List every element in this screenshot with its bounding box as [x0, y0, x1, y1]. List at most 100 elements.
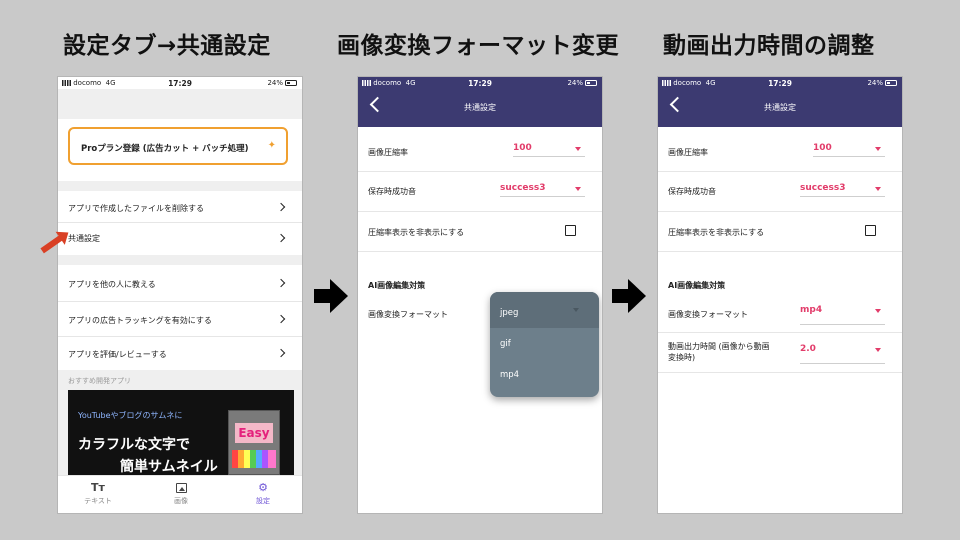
text-icon: Tт	[91, 481, 105, 494]
hide-rate-checkbox[interactable]	[865, 225, 876, 236]
battery-percent: 24%	[567, 79, 583, 87]
app-bar: 共通設定	[658, 89, 902, 127]
step2-heading: 画像変換フォーマット変更	[337, 33, 619, 59]
phone-format-change: docomo 4G 17:29 24% 共通設定 画像圧縮率 100 保存時成功…	[357, 76, 603, 514]
image-icon	[175, 483, 187, 493]
hide-rate-label: 圧縮率表示を非表示にする	[368, 228, 465, 237]
color-palette-icon	[232, 450, 276, 468]
step-arrow-2	[612, 279, 646, 313]
menu-label: アプリを評価/レビューする	[68, 350, 167, 359]
option-jpeg[interactable]: jpeg	[500, 308, 518, 318]
menu-review-app[interactable]: アプリを評価/レビューする	[58, 337, 302, 370]
ai-section-title: AI画像編集対策	[368, 281, 426, 290]
gear-icon: ⚙	[258, 481, 268, 494]
hide-rate-row: 圧縮率表示を非表示にする	[658, 212, 902, 252]
compression-row: 画像圧縮率 100	[658, 127, 902, 172]
format-label: 画像変換フォーマット	[368, 310, 448, 319]
status-bar: docomo 4G 17:29 24%	[358, 77, 602, 89]
duration-row: 動画出力時間 (画像から動画 変換時) 2.0	[658, 333, 902, 373]
format-value: mp4	[800, 305, 823, 315]
banner-line3: 簡単サムネイル	[120, 459, 218, 475]
format-dropdown-menu: jpeg gif mp4	[490, 292, 599, 397]
caret-down-icon	[875, 309, 881, 313]
status-bar: docomo 4G 17:29 24%	[658, 77, 902, 89]
step1-heading: 設定タブ→共通設定	[63, 33, 271, 59]
sound-row: 保存時成功音 success3	[358, 172, 602, 212]
format-select[interactable]: mp4	[800, 305, 885, 325]
step3-heading: 動画出力時間の調整	[663, 33, 875, 59]
thumbnail-text: Easy	[235, 423, 273, 443]
battery-percent: 24%	[267, 79, 283, 87]
tab-settings[interactable]: ⚙ 設定	[228, 480, 298, 506]
pro-plan-button[interactable]: Proプラン登録 (広告カット + バッチ処理) ✦	[68, 127, 288, 165]
format-row: 画像変換フォーマット mp4	[658, 295, 902, 333]
battery-icon	[885, 80, 897, 86]
duration-value: 2.0	[800, 344, 816, 354]
duration-label-line1: 動画出力時間 (画像から動画	[668, 342, 770, 351]
caret-down-icon	[875, 147, 881, 151]
menu-common-settings[interactable]: 共通設定	[58, 223, 302, 255]
caret-down-icon	[575, 187, 581, 191]
step-arrow-1	[314, 279, 348, 313]
banner-line1: YouTubeやブログのサムネに	[78, 411, 183, 420]
tab-text[interactable]: Tт テキスト	[63, 480, 133, 506]
hide-rate-checkbox[interactable]	[565, 225, 576, 236]
menu-ad-tracking[interactable]: アプリの広告トラッキングを有効にする	[58, 302, 302, 337]
ai-section-title: AI画像編集対策	[668, 281, 726, 290]
caret-down-icon	[575, 147, 581, 151]
page-title: 共通設定	[764, 103, 796, 112]
pro-plan-label: Proプラン登録 (広告カット + バッチ処理)	[81, 144, 249, 154]
clock: 17:29	[768, 78, 792, 88]
caret-down-icon	[875, 187, 881, 191]
hide-rate-label: 圧縮率表示を非表示にする	[668, 228, 765, 237]
menu-label: アプリを他の人に教える	[68, 280, 156, 289]
compression-select[interactable]: 100	[513, 143, 585, 157]
page-title: 共通設定	[464, 103, 496, 112]
clock: 17:29	[468, 78, 492, 88]
option-gif[interactable]: gif	[500, 339, 511, 349]
tab-label: テキスト	[84, 497, 112, 505]
banner-thumbnail: Easy	[228, 410, 280, 475]
option-mp4[interactable]: mp4	[500, 370, 519, 380]
tab-label: 設定	[256, 497, 270, 505]
sound-value: success3	[500, 183, 546, 193]
sound-select[interactable]: success3	[800, 183, 885, 197]
duration-label: 動画出力時間 (画像から動画 変換時)	[668, 341, 770, 363]
menu-share-app[interactable]: アプリを他の人に教える	[58, 265, 302, 302]
sound-select[interactable]: success3	[500, 183, 585, 197]
recommended-app-banner[interactable]: YouTubeやブログのサムネに カラフルな文字で 簡単サムネイル Easy	[68, 390, 294, 475]
app-bar: 共通設定	[358, 89, 602, 127]
sound-label: 保存時成功音	[368, 187, 416, 196]
phone-video-duration: docomo 4G 17:29 24% 共通設定 画像圧縮率 100 保存時成功…	[657, 76, 903, 514]
compression-value: 100	[513, 143, 532, 153]
battery-icon	[285, 80, 297, 86]
sound-value: success3	[800, 183, 846, 193]
menu-delete-files[interactable]: アプリで作成したファイルを削除する	[58, 191, 302, 223]
hide-rate-row: 圧縮率表示を非表示にする	[358, 212, 602, 252]
chevron-right-icon	[276, 233, 286, 243]
chevron-right-icon	[276, 202, 286, 212]
chevron-right-icon	[276, 348, 286, 358]
compression-row: 画像圧縮率 100	[358, 127, 602, 172]
menu-label: アプリで作成したファイルを削除する	[68, 204, 204, 213]
menu-label: アプリの広告トラッキングを有効にする	[68, 316, 212, 325]
format-label: 画像変換フォーマット	[668, 310, 748, 319]
sparkle-icon: ✦	[267, 140, 276, 151]
clock: 17:29	[168, 78, 192, 88]
compression-label: 画像圧縮率	[668, 148, 708, 157]
battery-icon	[585, 80, 597, 86]
tab-label: 画像	[174, 497, 188, 505]
sound-label: 保存時成功音	[668, 187, 716, 196]
tab-image[interactable]: 画像	[146, 480, 216, 506]
compression-value: 100	[813, 143, 832, 153]
duration-select[interactable]: 2.0	[800, 344, 885, 364]
battery-percent: 24%	[867, 79, 883, 87]
sound-row: 保存時成功音 success3	[658, 172, 902, 212]
tab-bar: Tт テキスト 画像 ⚙ 設定	[58, 475, 302, 513]
caret-down-icon	[875, 348, 881, 352]
compression-label: 画像圧縮率	[368, 148, 408, 157]
status-bar: docomo 4G 17:29 24%	[58, 77, 302, 89]
duration-label-line2: 変換時)	[668, 353, 696, 362]
chevron-right-icon	[276, 278, 286, 288]
compression-select[interactable]: 100	[813, 143, 885, 157]
